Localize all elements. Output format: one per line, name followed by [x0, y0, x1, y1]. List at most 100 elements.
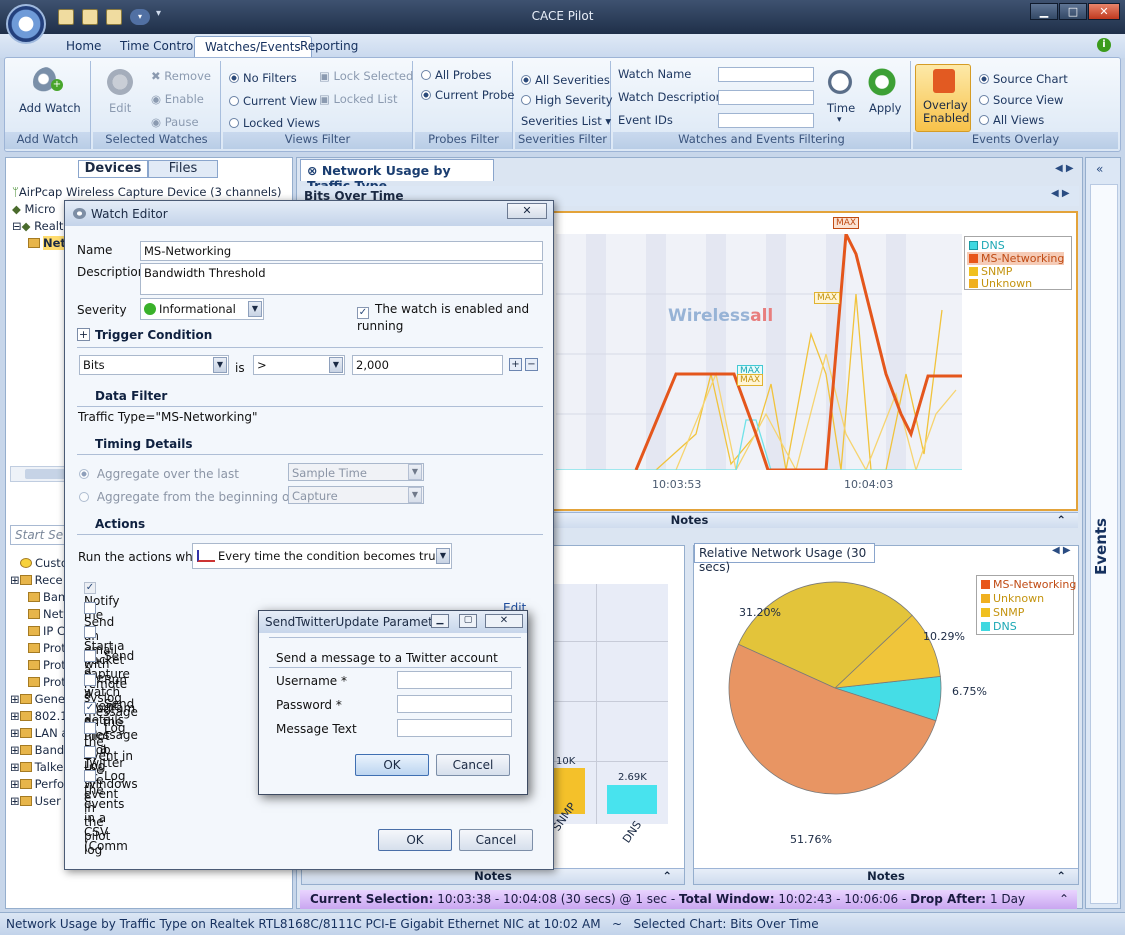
capture-dropdown-icon[interactable]: ▼ — [408, 487, 422, 503]
expand-trigger-icon[interactable]: + — [77, 328, 90, 341]
twitter-cancel-button[interactable]: Cancel — [436, 754, 510, 776]
remove-button[interactable]: ✖ Remove — [151, 69, 211, 83]
watch-cancel-button[interactable]: Cancel — [459, 829, 533, 851]
twitter-maximize-button[interactable]: ▢ — [459, 614, 477, 628]
add-watch-button[interactable]: Add Watch — [19, 101, 81, 115]
device-item[interactable]: ◆ Micro — [12, 202, 55, 216]
watch-name-input[interactable] — [718, 67, 814, 82]
source-chart-radio[interactable]: Source Chart — [979, 72, 1068, 86]
lock-selected-button[interactable]: ▣ Lock Selected — [319, 69, 413, 83]
trigger-field-dropdown-icon[interactable]: ▼ — [213, 357, 227, 373]
severity-dropdown-icon[interactable]: ▼ — [248, 301, 262, 317]
name-input[interactable]: MS-Networking — [140, 241, 543, 261]
expand-notes-icon[interactable]: ⌃ — [1056, 869, 1066, 883]
view-tab[interactable]: ⊗ Network Usage by Traffic Type — [300, 159, 494, 193]
run-actions-dropdown-icon[interactable]: ▼ — [436, 548, 450, 564]
legend-item-dns[interactable]: DNS — [981, 620, 1017, 633]
tab-scroll-icon[interactable]: ◀ ▶ — [1055, 163, 1074, 174]
action-checkbox[interactable]: Log the events in a CSV (Comm — [84, 769, 128, 853]
sample-time-dropdown-icon[interactable]: ▼ — [408, 464, 422, 480]
username-input[interactable] — [397, 671, 512, 689]
dialog-close-button[interactable]: ✕ — [507, 203, 547, 219]
remove-condition-icon[interactable]: − — [525, 358, 538, 371]
capture-select[interactable]: Capture — [288, 486, 424, 504]
view-tree-item[interactable]: ⊞ LAN a — [10, 726, 68, 740]
twitter-minimize-button[interactable]: ▁ — [431, 614, 449, 628]
close-button[interactable]: ✕ — [1088, 3, 1120, 20]
aggregate-last-radio[interactable]: Aggregate over the last — [79, 467, 239, 481]
tab-home[interactable]: Home — [56, 36, 111, 58]
threshold-input[interactable]: 2,000 — [352, 355, 503, 375]
pie-scroll-icon[interactable]: ◀ ▶ — [1052, 545, 1071, 556]
watch-description-input[interactable] — [718, 90, 814, 105]
twitter-close-button[interactable]: ✕ — [485, 614, 523, 628]
legend-item-ms-networking[interactable]: MS-Networking — [967, 252, 1065, 265]
time-button[interactable]: Time — [827, 101, 855, 115]
overlay-enabled-button[interactable]: Overlay Enabled — [915, 64, 971, 132]
view-tree-item[interactable]: ⊞ Band — [10, 743, 64, 757]
enable-button[interactable]: ◉ Enable — [151, 92, 204, 106]
view-tree-item[interactable]: Custo — [20, 556, 68, 570]
view-tree-item[interactable]: ⊞ User — [10, 794, 61, 808]
relative-usage-tab[interactable]: Relative Network Usage (30 secs) — [694, 543, 875, 574]
expand-notes-icon[interactable]: ⌃ — [1056, 513, 1066, 527]
locked-list-button[interactable]: ▣ Locked List — [319, 92, 397, 106]
close-tab-icon[interactable]: ⊗ — [307, 163, 322, 178]
all-probes-radio[interactable]: All Probes — [421, 68, 492, 82]
source-view-radio[interactable]: Source View — [979, 93, 1063, 107]
collapse-events-icon[interactable]: « — [1096, 162, 1103, 176]
edit-button[interactable]: Edit — [109, 101, 131, 115]
selection-bar[interactable]: Current Selection: 10:03:38 - 10:04:08 (… — [300, 890, 1077, 909]
view-tree-item[interactable]: ⊞ Talke — [10, 760, 63, 774]
trigger-field-select[interactable]: Bits — [79, 355, 229, 375]
legend-item-snmp[interactable]: SNMP — [981, 606, 1024, 619]
twitter-ok-button[interactable]: OK — [355, 754, 429, 776]
time-dropdown-icon[interactable]: ▾ — [837, 115, 842, 125]
event-ids-input[interactable] — [718, 113, 814, 128]
all-views-radio[interactable]: All Views — [979, 113, 1044, 127]
description-input[interactable]: Bandwidth Threshold — [140, 263, 543, 295]
expand-notes-icon[interactable]: ⌃ — [662, 869, 672, 883]
notes-bar[interactable]: Notes ⌃ — [694, 868, 1078, 884]
notes-bar[interactable]: Notes ⌃ — [302, 868, 684, 884]
legend-item-unknown[interactable]: Unknown — [981, 592, 1044, 605]
device-item[interactable]: ⊟◆ Realt — [12, 219, 63, 233]
legend-item-ms-networking[interactable]: MS-Networking — [981, 578, 1076, 591]
bar-dns[interactable] — [607, 785, 657, 814]
add-condition-icon[interactable]: + — [509, 358, 522, 371]
severity-select[interactable]: Informational — [140, 298, 264, 320]
minimize-button[interactable]: ▁ — [1030, 3, 1058, 20]
device-item[interactable]: ᛘAirPcap Wireless Capture Device (3 chan… — [12, 185, 282, 199]
pause-button[interactable]: ◉ Pause — [151, 115, 199, 129]
legend-item-unknown[interactable]: Unknown — [969, 277, 1032, 290]
view-tree-item[interactable]: ⊞ Gene — [10, 692, 65, 706]
legend-item-dns[interactable]: DNS — [969, 239, 1005, 252]
tab-devices[interactable]: Devices — [78, 160, 148, 178]
current-probe-radio[interactable]: Current Probe — [421, 88, 514, 102]
enabled-checkbox[interactable]: ✓ The watch is enabled and running — [357, 302, 553, 333]
locked-views-radio[interactable]: Locked Views — [229, 116, 320, 130]
all-severities-radio[interactable]: All Severities — [521, 73, 610, 87]
high-severity-radio[interactable]: High Severity — [521, 93, 613, 107]
watch-ok-button[interactable]: OK — [378, 829, 452, 851]
expand-selection-icon[interactable]: ⌃ — [1059, 892, 1069, 906]
view-tree-item[interactable]: ⊞ Perfo — [10, 777, 64, 791]
help-icon[interactable]: i — [1097, 38, 1111, 52]
tab-reporting[interactable]: Reporting — [290, 36, 368, 58]
maximize-button[interactable]: □ — [1059, 3, 1087, 20]
tab-time-control[interactable]: Time Control — [110, 36, 207, 58]
sample-time-select[interactable]: Sample Time — [288, 463, 424, 481]
run-actions-select[interactable]: Every time the condition becomes true — [192, 543, 452, 569]
current-view-radio[interactable]: Current View — [229, 94, 317, 108]
tab-files[interactable]: Files — [148, 160, 218, 178]
no-filters-radio[interactable]: No Filters — [229, 71, 297, 85]
password-input[interactable] — [397, 695, 512, 713]
search-input[interactable]: Start Se — [10, 525, 72, 545]
severities-list-dropdown[interactable]: Severities List ▾ — [521, 114, 611, 128]
chart-scroll-icon[interactable]: ◀ ▶ — [1051, 188, 1070, 199]
app-orb-icon[interactable] — [6, 4, 46, 44]
view-tree-item[interactable]: ⊞ Rece — [10, 573, 63, 587]
message-text-input[interactable] — [397, 719, 512, 737]
operator-dropdown-icon[interactable]: ▼ — [329, 357, 343, 373]
view-tree-item[interactable]: ⊞ 802.1 — [10, 709, 68, 723]
